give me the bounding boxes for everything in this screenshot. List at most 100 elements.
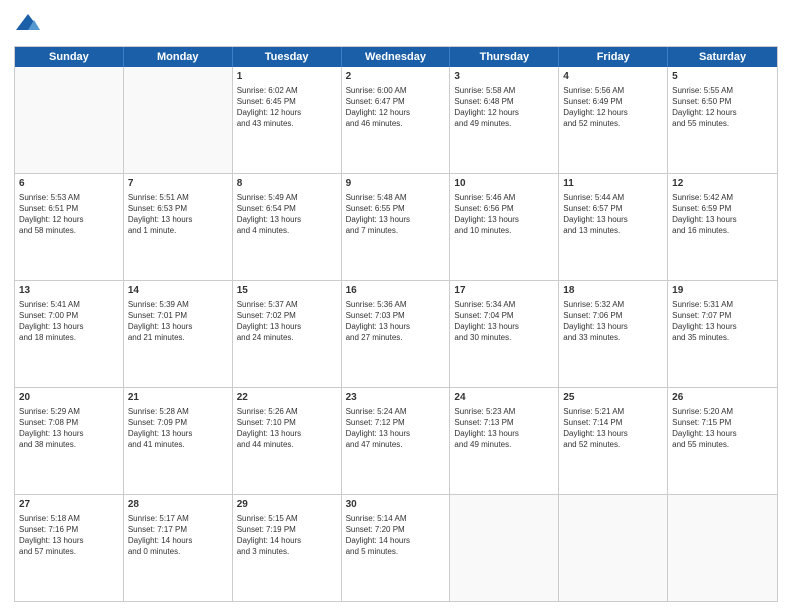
day-number: 30 [346, 498, 446, 512]
header-day-thursday: Thursday [450, 47, 559, 67]
cal-day-12: 12Sunrise: 5:42 AM Sunset: 6:59 PM Dayli… [668, 174, 777, 280]
page: SundayMondayTuesdayWednesdayThursdayFrid… [0, 0, 792, 612]
day-info: Sunrise: 5:37 AM Sunset: 7:02 PM Dayligh… [237, 299, 337, 344]
calendar: SundayMondayTuesdayWednesdayThursdayFrid… [14, 46, 778, 602]
cal-day-23: 23Sunrise: 5:24 AM Sunset: 7:12 PM Dayli… [342, 388, 451, 494]
day-info: Sunrise: 5:28 AM Sunset: 7:09 PM Dayligh… [128, 406, 228, 451]
cal-day-18: 18Sunrise: 5:32 AM Sunset: 7:06 PM Dayli… [559, 281, 668, 387]
cal-week-1: 1Sunrise: 6:02 AM Sunset: 6:45 PM Daylig… [15, 67, 777, 174]
day-number: 8 [237, 177, 337, 191]
day-info: Sunrise: 5:32 AM Sunset: 7:06 PM Dayligh… [563, 299, 663, 344]
day-number: 15 [237, 284, 337, 298]
header-day-wednesday: Wednesday [342, 47, 451, 67]
header-day-saturday: Saturday [668, 47, 777, 67]
day-number: 24 [454, 391, 554, 405]
cal-day-17: 17Sunrise: 5:34 AM Sunset: 7:04 PM Dayli… [450, 281, 559, 387]
day-info: Sunrise: 5:53 AM Sunset: 6:51 PM Dayligh… [19, 192, 119, 237]
day-info: Sunrise: 5:56 AM Sunset: 6:49 PM Dayligh… [563, 85, 663, 130]
day-number: 28 [128, 498, 228, 512]
header [14, 10, 778, 38]
cal-day-21: 21Sunrise: 5:28 AM Sunset: 7:09 PM Dayli… [124, 388, 233, 494]
cal-week-2: 6Sunrise: 5:53 AM Sunset: 6:51 PM Daylig… [15, 174, 777, 281]
cal-day-26: 26Sunrise: 5:20 AM Sunset: 7:15 PM Dayli… [668, 388, 777, 494]
cal-day-5: 5Sunrise: 5:55 AM Sunset: 6:50 PM Daylig… [668, 67, 777, 173]
cal-day-9: 9Sunrise: 5:48 AM Sunset: 6:55 PM Daylig… [342, 174, 451, 280]
day-info: Sunrise: 5:29 AM Sunset: 7:08 PM Dayligh… [19, 406, 119, 451]
day-number: 2 [346, 70, 446, 84]
cal-day-27: 27Sunrise: 5:18 AM Sunset: 7:16 PM Dayli… [15, 495, 124, 601]
cal-day-10: 10Sunrise: 5:46 AM Sunset: 6:56 PM Dayli… [450, 174, 559, 280]
cal-day-25: 25Sunrise: 5:21 AM Sunset: 7:14 PM Dayli… [559, 388, 668, 494]
day-info: Sunrise: 5:17 AM Sunset: 7:17 PM Dayligh… [128, 513, 228, 558]
day-info: Sunrise: 5:15 AM Sunset: 7:19 PM Dayligh… [237, 513, 337, 558]
cal-day-30: 30Sunrise: 5:14 AM Sunset: 7:20 PM Dayli… [342, 495, 451, 601]
cal-day-6: 6Sunrise: 5:53 AM Sunset: 6:51 PM Daylig… [15, 174, 124, 280]
cal-day-14: 14Sunrise: 5:39 AM Sunset: 7:01 PM Dayli… [124, 281, 233, 387]
day-info: Sunrise: 5:36 AM Sunset: 7:03 PM Dayligh… [346, 299, 446, 344]
day-number: 4 [563, 70, 663, 84]
cal-day-1: 1Sunrise: 6:02 AM Sunset: 6:45 PM Daylig… [233, 67, 342, 173]
day-number: 9 [346, 177, 446, 191]
logo [14, 10, 46, 38]
day-info: Sunrise: 5:26 AM Sunset: 7:10 PM Dayligh… [237, 406, 337, 451]
day-number: 7 [128, 177, 228, 191]
cal-day-29: 29Sunrise: 5:15 AM Sunset: 7:19 PM Dayli… [233, 495, 342, 601]
cal-empty-cell [15, 67, 124, 173]
calendar-header: SundayMondayTuesdayWednesdayThursdayFrid… [15, 47, 777, 67]
cal-week-5: 27Sunrise: 5:18 AM Sunset: 7:16 PM Dayli… [15, 495, 777, 601]
cal-day-19: 19Sunrise: 5:31 AM Sunset: 7:07 PM Dayli… [668, 281, 777, 387]
day-number: 22 [237, 391, 337, 405]
cal-week-3: 13Sunrise: 5:41 AM Sunset: 7:00 PM Dayli… [15, 281, 777, 388]
cal-day-11: 11Sunrise: 5:44 AM Sunset: 6:57 PM Dayli… [559, 174, 668, 280]
day-number: 27 [19, 498, 119, 512]
day-info: Sunrise: 5:44 AM Sunset: 6:57 PM Dayligh… [563, 192, 663, 237]
cal-day-2: 2Sunrise: 6:00 AM Sunset: 6:47 PM Daylig… [342, 67, 451, 173]
day-info: Sunrise: 5:48 AM Sunset: 6:55 PM Dayligh… [346, 192, 446, 237]
day-number: 6 [19, 177, 119, 191]
calendar-body: 1Sunrise: 6:02 AM Sunset: 6:45 PM Daylig… [15, 67, 777, 601]
logo-icon [14, 10, 42, 38]
day-number: 17 [454, 284, 554, 298]
day-number: 14 [128, 284, 228, 298]
day-number: 18 [563, 284, 663, 298]
day-info: Sunrise: 5:46 AM Sunset: 6:56 PM Dayligh… [454, 192, 554, 237]
cal-day-8: 8Sunrise: 5:49 AM Sunset: 6:54 PM Daylig… [233, 174, 342, 280]
day-number: 19 [672, 284, 773, 298]
cal-day-3: 3Sunrise: 5:58 AM Sunset: 6:48 PM Daylig… [450, 67, 559, 173]
day-number: 11 [563, 177, 663, 191]
header-day-friday: Friday [559, 47, 668, 67]
day-info: Sunrise: 5:24 AM Sunset: 7:12 PM Dayligh… [346, 406, 446, 451]
day-info: Sunrise: 6:00 AM Sunset: 6:47 PM Dayligh… [346, 85, 446, 130]
day-info: Sunrise: 5:14 AM Sunset: 7:20 PM Dayligh… [346, 513, 446, 558]
cal-empty-cell [559, 495, 668, 601]
header-day-sunday: Sunday [15, 47, 124, 67]
day-number: 1 [237, 70, 337, 84]
cal-empty-cell [450, 495, 559, 601]
day-number: 12 [672, 177, 773, 191]
cal-day-13: 13Sunrise: 5:41 AM Sunset: 7:00 PM Dayli… [15, 281, 124, 387]
day-info: Sunrise: 5:20 AM Sunset: 7:15 PM Dayligh… [672, 406, 773, 451]
day-info: Sunrise: 5:58 AM Sunset: 6:48 PM Dayligh… [454, 85, 554, 130]
day-number: 29 [237, 498, 337, 512]
day-info: Sunrise: 5:39 AM Sunset: 7:01 PM Dayligh… [128, 299, 228, 344]
cal-day-15: 15Sunrise: 5:37 AM Sunset: 7:02 PM Dayli… [233, 281, 342, 387]
day-number: 25 [563, 391, 663, 405]
day-number: 10 [454, 177, 554, 191]
header-day-tuesday: Tuesday [233, 47, 342, 67]
day-info: Sunrise: 5:18 AM Sunset: 7:16 PM Dayligh… [19, 513, 119, 558]
cal-day-22: 22Sunrise: 5:26 AM Sunset: 7:10 PM Dayli… [233, 388, 342, 494]
cal-day-20: 20Sunrise: 5:29 AM Sunset: 7:08 PM Dayli… [15, 388, 124, 494]
day-info: Sunrise: 5:23 AM Sunset: 7:13 PM Dayligh… [454, 406, 554, 451]
day-info: Sunrise: 5:55 AM Sunset: 6:50 PM Dayligh… [672, 85, 773, 130]
day-number: 23 [346, 391, 446, 405]
cal-empty-cell [668, 495, 777, 601]
header-day-monday: Monday [124, 47, 233, 67]
day-number: 13 [19, 284, 119, 298]
cal-empty-cell [124, 67, 233, 173]
day-info: Sunrise: 5:31 AM Sunset: 7:07 PM Dayligh… [672, 299, 773, 344]
day-number: 20 [19, 391, 119, 405]
cal-day-4: 4Sunrise: 5:56 AM Sunset: 6:49 PM Daylig… [559, 67, 668, 173]
day-info: Sunrise: 5:51 AM Sunset: 6:53 PM Dayligh… [128, 192, 228, 237]
day-number: 26 [672, 391, 773, 405]
day-number: 16 [346, 284, 446, 298]
